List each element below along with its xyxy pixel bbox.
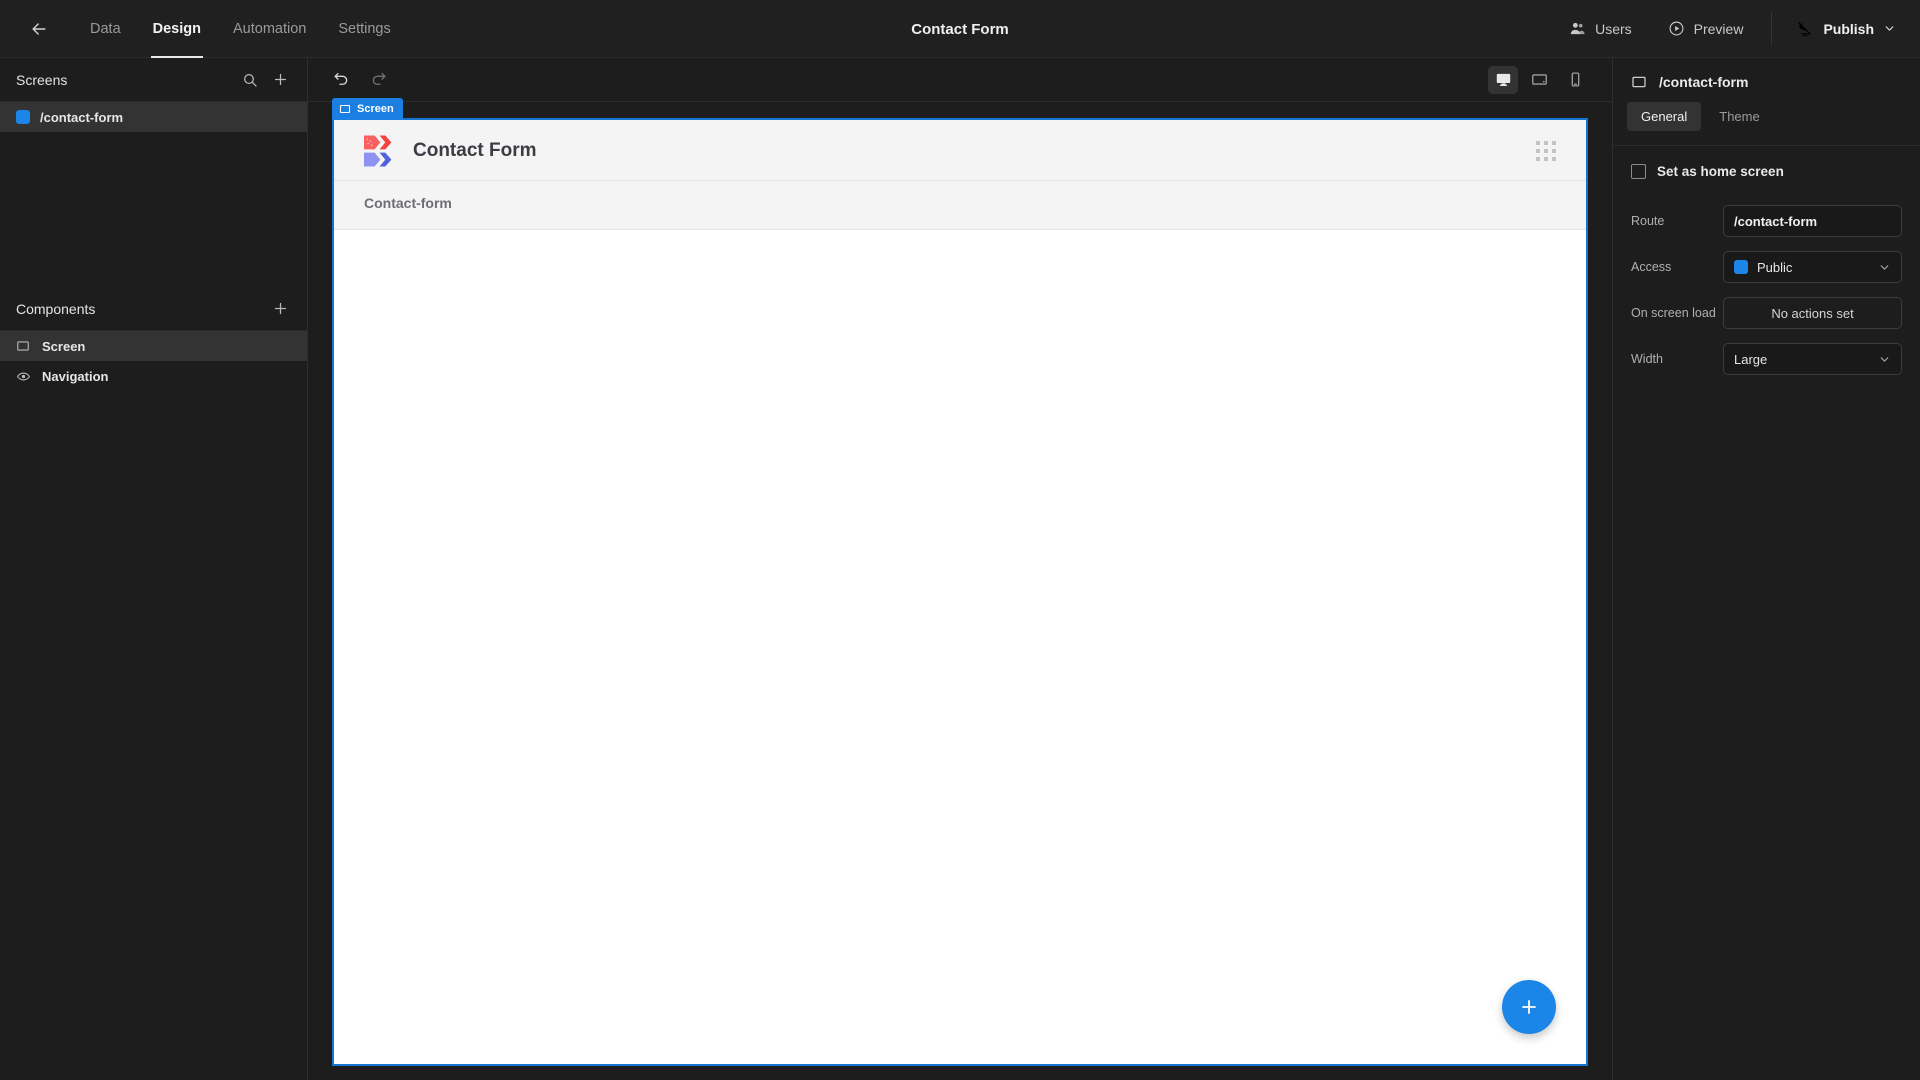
app-header: Data Design Automation Settings Contact … — [0, 0, 1920, 58]
home-screen-label: Set as home screen — [1657, 164, 1784, 179]
app-title: Contact Form — [413, 140, 537, 161]
left-sidebar: Screens /contact-form Components Screen … — [0, 58, 308, 1080]
tab-data[interactable]: Data — [74, 0, 137, 58]
header-divider — [1771, 12, 1773, 45]
right-panel-tabs: General Theme — [1613, 90, 1920, 131]
screen-icon — [339, 104, 351, 114]
eye-icon — [16, 369, 32, 384]
tab-design-label: Design — [152, 20, 201, 37]
screen-badge[interactable]: Screen — [332, 98, 403, 120]
home-screen-checkbox[interactable] — [1631, 164, 1646, 179]
width-label: Width — [1631, 352, 1663, 366]
app-body — [334, 230, 1586, 1064]
tab-settings-label: Settings — [338, 20, 391, 37]
access-value: Public — [1757, 259, 1793, 275]
users-icon — [1570, 22, 1585, 35]
arrow-left-icon — [32, 22, 46, 35]
width-field-row: Width Large — [1631, 343, 1902, 375]
tab-theme-label: Theme — [1719, 109, 1760, 124]
right-sidebar: /contact-form General Theme Set as home … — [1612, 58, 1920, 1080]
publish-off-icon — [1798, 21, 1812, 36]
desktop-icon[interactable] — [1488, 65, 1518, 94]
tab-design[interactable]: Design — [137, 0, 217, 58]
add-screen-icon[interactable] — [272, 71, 289, 88]
tab-general[interactable]: General — [1627, 102, 1702, 131]
play-circle-icon — [1669, 21, 1684, 36]
access-field-row: Access Public — [1631, 251, 1902, 283]
component-item-navigation[interactable]: Navigation — [0, 361, 307, 391]
screens-panel-header: Screens — [0, 58, 307, 102]
app-brand-header: Contact Form — [334, 120, 1586, 181]
preview-label: Preview — [1693, 20, 1744, 37]
device-toggle-group — [1488, 65, 1590, 94]
mobile-icon[interactable] — [1560, 66, 1590, 94]
search-icon[interactable] — [242, 72, 258, 88]
canvas-viewport: Screen Contact Form Contact-form — [308, 98, 1612, 1080]
main-region: Screens /contact-form Components Screen … — [0, 58, 1920, 1080]
screens-empty-space — [0, 132, 307, 287]
tab-settings[interactable]: Settings — [322, 0, 406, 58]
canvas-region: Screen Contact Form Contact-form — [308, 58, 1612, 1080]
brand: Contact Form — [364, 134, 537, 168]
home-screen-row[interactable]: Set as home screen — [1631, 164, 1902, 179]
component-item-label: Screen — [42, 338, 86, 354]
tab-automation[interactable]: Automation — [217, 0, 322, 58]
chevron-down-icon[interactable] — [1883, 22, 1896, 35]
route-field-row: Route /contact-form — [1631, 205, 1902, 237]
components-panel-header: Components — [0, 287, 307, 331]
sidebar-item-label: /contact-form — [40, 109, 124, 125]
drag-handle-icon[interactable] — [1536, 141, 1556, 161]
onload-actions-button[interactable]: No actions set — [1723, 297, 1902, 329]
component-item-label: Navigation — [42, 368, 109, 384]
plus-icon — [1522, 1000, 1536, 1014]
onload-value: No actions set — [1771, 305, 1854, 321]
access-color-swatch — [1734, 260, 1748, 274]
tablet-icon[interactable] — [1524, 66, 1554, 94]
tab-general-label: General — [1641, 109, 1688, 124]
right-panel-title: /contact-form — [1659, 74, 1749, 90]
header-nav: Data Design Automation Settings — [0, 0, 407, 58]
screen-badge-label: Screen — [357, 103, 394, 115]
screens-title: Screens — [16, 71, 68, 88]
width-value: Large — [1734, 351, 1768, 367]
route-label: Route — [1631, 214, 1665, 228]
preview-button[interactable]: Preview — [1650, 0, 1762, 57]
redo-icon[interactable] — [369, 70, 388, 89]
canvas-toolbar — [308, 58, 1612, 102]
publish-button[interactable]: Publish — [1778, 0, 1920, 57]
component-item-screen[interactable]: Screen — [0, 331, 307, 361]
route-value: /contact-form — [1734, 213, 1818, 229]
app-navigation: Contact-form — [334, 181, 1586, 230]
access-select[interactable]: Public — [1723, 251, 1902, 283]
add-component-icon[interactable] — [272, 300, 289, 317]
back-button[interactable] — [22, 12, 56, 46]
right-panel-header: /contact-form — [1613, 58, 1920, 90]
publish-label: Publish — [1823, 20, 1874, 37]
sidebar-item-contact-form[interactable]: /contact-form — [0, 102, 307, 132]
app-logo-icon — [364, 135, 392, 167]
right-panel-body: Set as home screen Route /contact-form A… — [1613, 146, 1920, 389]
nav-link-contact-form[interactable]: Contact-form — [364, 195, 452, 211]
users-button[interactable]: Users — [1551, 0, 1650, 57]
access-label: Access — [1631, 260, 1672, 274]
header-actions: Users Preview Publish — [1551, 0, 1920, 57]
onload-label: On screen load — [1631, 306, 1716, 320]
chevron-down-icon — [1878, 353, 1891, 366]
width-select[interactable]: Large — [1723, 343, 1902, 375]
onload-field-row: On screen load No actions set — [1631, 297, 1902, 329]
tab-theme[interactable]: Theme — [1705, 102, 1773, 131]
tab-data-label: Data — [90, 20, 121, 37]
chevron-down-icon — [1878, 261, 1891, 274]
tab-automation-label: Automation — [232, 20, 307, 37]
screen-color-swatch — [16, 110, 30, 124]
undo-icon[interactable] — [332, 70, 351, 89]
components-title: Components — [16, 300, 96, 317]
artboard[interactable]: Screen Contact Form Contact-form — [332, 98, 1588, 1066]
screen-icon — [16, 339, 32, 353]
users-label: Users — [1595, 20, 1632, 37]
add-component-fab[interactable] — [1502, 980, 1556, 1034]
route-input[interactable]: /contact-form — [1723, 205, 1902, 237]
screen-icon — [1631, 74, 1647, 90]
